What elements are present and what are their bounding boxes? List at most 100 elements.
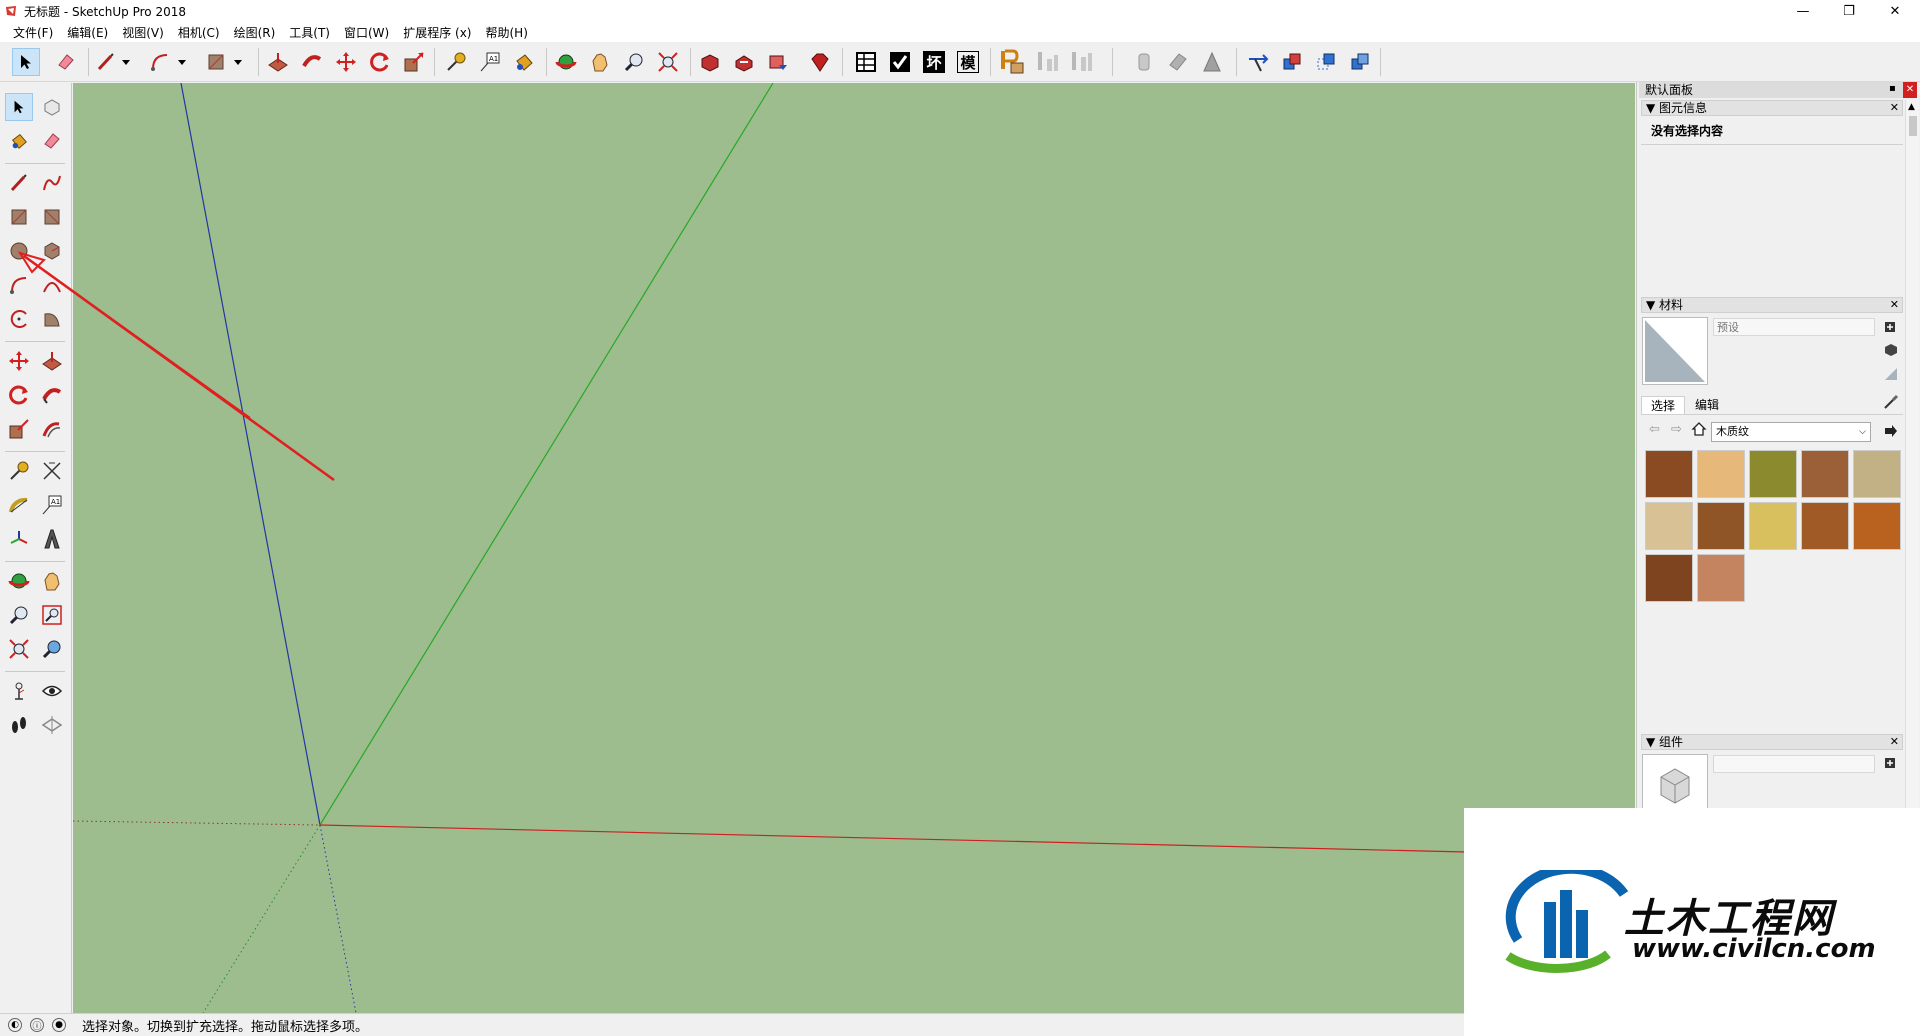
share-component-icon[interactable] xyxy=(764,48,792,76)
look-around-icon[interactable] xyxy=(38,677,66,705)
material-swatch[interactable] xyxy=(1645,450,1693,498)
material-swatch[interactable] xyxy=(1697,450,1745,498)
text-tool-icon[interactable]: A1 xyxy=(476,48,504,76)
plugin-text-1: 坏 xyxy=(923,51,945,73)
position-camera-icon[interactable] xyxy=(5,677,33,705)
material-swatch[interactable] xyxy=(1801,450,1849,498)
watermark: 土木工程网 www.civilcn.com xyxy=(1464,808,1920,1036)
close-button[interactable]: ✕ xyxy=(1872,0,1918,22)
materials-header[interactable]: ▼ 材料 ✕ xyxy=(1641,297,1903,313)
display-section-planes-icon[interactable] xyxy=(1278,48,1306,76)
user-icon[interactable]: ● xyxy=(52,1018,66,1032)
plugin-disabled-icon-2[interactable] xyxy=(1068,48,1096,76)
details-arrow-icon[interactable] xyxy=(1883,423,1899,442)
chevron-down-icon: ⌵ xyxy=(1859,427,1866,437)
table-icon[interactable] xyxy=(852,48,880,76)
section-plane-icon[interactable] xyxy=(1244,48,1272,76)
create-component-icon[interactable] xyxy=(1883,756,1897,773)
material-swatch[interactable] xyxy=(1697,502,1745,550)
geo-location-icon[interactable]: ◐ xyxy=(8,1018,22,1032)
solid-intersect-icon[interactable] xyxy=(1164,48,1192,76)
extension-warehouse-icon[interactable] xyxy=(806,48,834,76)
paint-bucket-icon[interactable] xyxy=(510,48,538,76)
material-swatch[interactable] xyxy=(1853,502,1901,550)
annotation-arrow xyxy=(17,251,335,482)
back-arrow-icon[interactable]: ⇦ xyxy=(1649,422,1660,437)
tray-title: 默认面板 xyxy=(1639,82,1903,98)
pan-icon[interactable] xyxy=(38,567,66,595)
pan-icon[interactable] xyxy=(586,48,614,76)
share-model-icon[interactable] xyxy=(730,48,758,76)
material-swatch[interactable] xyxy=(1853,450,1901,498)
display-secondary-icon[interactable] xyxy=(1883,342,1899,361)
component-preview xyxy=(1642,754,1708,814)
restore-button[interactable]: ❐ xyxy=(1826,0,1872,22)
entity-info-close-icon[interactable]: ✕ xyxy=(1890,101,1899,115)
material-swatch[interactable] xyxy=(1645,554,1693,602)
solid-trim-icon[interactable] xyxy=(1198,48,1226,76)
plugin-text-button-1[interactable]: 坏 xyxy=(920,48,948,76)
checkmark-icon[interactable] xyxy=(886,48,914,76)
tape-measure-icon[interactable] xyxy=(442,48,470,76)
library-dropdown-value: 木质纹 xyxy=(1716,425,1749,438)
material-swatch[interactable] xyxy=(1645,502,1693,550)
component-name-field[interactable] xyxy=(1713,755,1875,773)
status-text: 选择对象。切换到扩充选择。拖动鼠标选择多项。 xyxy=(82,1019,369,1035)
material-swatch[interactable] xyxy=(1749,450,1797,498)
plugin-disabled-icon-1[interactable] xyxy=(1034,48,1062,76)
entity-info-header[interactable]: ▼ 图元信息 ✕ xyxy=(1641,100,1903,116)
walk-icon[interactable] xyxy=(5,711,33,739)
minimize-button[interactable]: — xyxy=(1780,0,1826,22)
material-swatch[interactable] xyxy=(1697,554,1745,602)
menu-help[interactable]: 帮助(H) xyxy=(478,24,534,41)
red-axis-negative xyxy=(73,820,321,826)
material-swatch-grid xyxy=(1645,450,1907,690)
library-dropdown[interactable]: 木质纹 ⌵ xyxy=(1711,422,1871,442)
entity-info-title: ▼ 图元信息 xyxy=(1646,101,1708,115)
components-title: ▼ 组件 xyxy=(1646,735,1684,749)
menu-extensions[interactable]: 扩展程序 (x) xyxy=(396,24,478,41)
warehouse-icon[interactable] xyxy=(696,48,724,76)
display-section-cuts-icon[interactable] xyxy=(1312,48,1340,76)
pin-icon[interactable]: ▪ xyxy=(1889,83,1896,94)
previous-view-icon[interactable] xyxy=(38,635,66,663)
create-material-icon[interactable] xyxy=(1883,320,1897,337)
sample-paint-icon[interactable] xyxy=(1883,394,1899,413)
green-axis-negative xyxy=(202,824,321,1013)
solid-shell-icon[interactable] xyxy=(1130,48,1158,76)
svg-text:A1: A1 xyxy=(489,55,498,63)
tray-close-icon[interactable]: ✕ xyxy=(1903,82,1917,98)
zoom-icon[interactable] xyxy=(5,601,33,629)
blue-axis-negative xyxy=(319,824,357,1013)
zoom-window-icon[interactable] xyxy=(38,601,66,629)
3d-text-icon[interactable] xyxy=(38,525,66,553)
material-swatch[interactable] xyxy=(1801,502,1849,550)
scroll-up-icon[interactable]: ▲ xyxy=(1908,102,1915,112)
forward-arrow-icon[interactable]: ⇨ xyxy=(1671,422,1682,437)
tab-edit[interactable]: 编辑 xyxy=(1685,396,1729,414)
zoom-icon[interactable] xyxy=(620,48,648,76)
material-name-field[interactable] xyxy=(1713,318,1875,336)
plugin-text-button-2[interactable]: 模 xyxy=(954,48,982,76)
plugin-p-icon[interactable] xyxy=(998,48,1026,76)
default-material-icon[interactable] xyxy=(1883,366,1899,385)
material-preview xyxy=(1642,317,1708,385)
home-icon[interactable] xyxy=(1691,421,1707,440)
orbit-icon[interactable] xyxy=(5,567,33,595)
scrollbar-thumb[interactable] xyxy=(1909,116,1917,136)
zoom-extents-icon[interactable] xyxy=(5,635,33,663)
section-plane-icon[interactable] xyxy=(38,711,66,739)
tab-select[interactable]: 选择 xyxy=(1641,396,1685,414)
materials-title: ▼ 材料 xyxy=(1646,298,1684,312)
materials-close-icon[interactable]: ✕ xyxy=(1890,298,1899,312)
axes-tool-icon[interactable] xyxy=(5,525,33,553)
plugin-text-2: 模 xyxy=(957,51,979,73)
orbit-icon[interactable] xyxy=(552,48,580,76)
zoom-extents-icon[interactable] xyxy=(654,48,682,76)
credits-icon[interactable]: ⓘ xyxy=(30,1018,44,1032)
scale-tool-icon[interactable] xyxy=(400,48,428,76)
display-section-fill-icon[interactable] xyxy=(1346,48,1374,76)
material-swatch[interactable] xyxy=(1749,502,1797,550)
components-close-icon[interactable]: ✕ xyxy=(1890,735,1899,749)
components-header[interactable]: ▼ 组件 ✕ xyxy=(1641,734,1903,750)
